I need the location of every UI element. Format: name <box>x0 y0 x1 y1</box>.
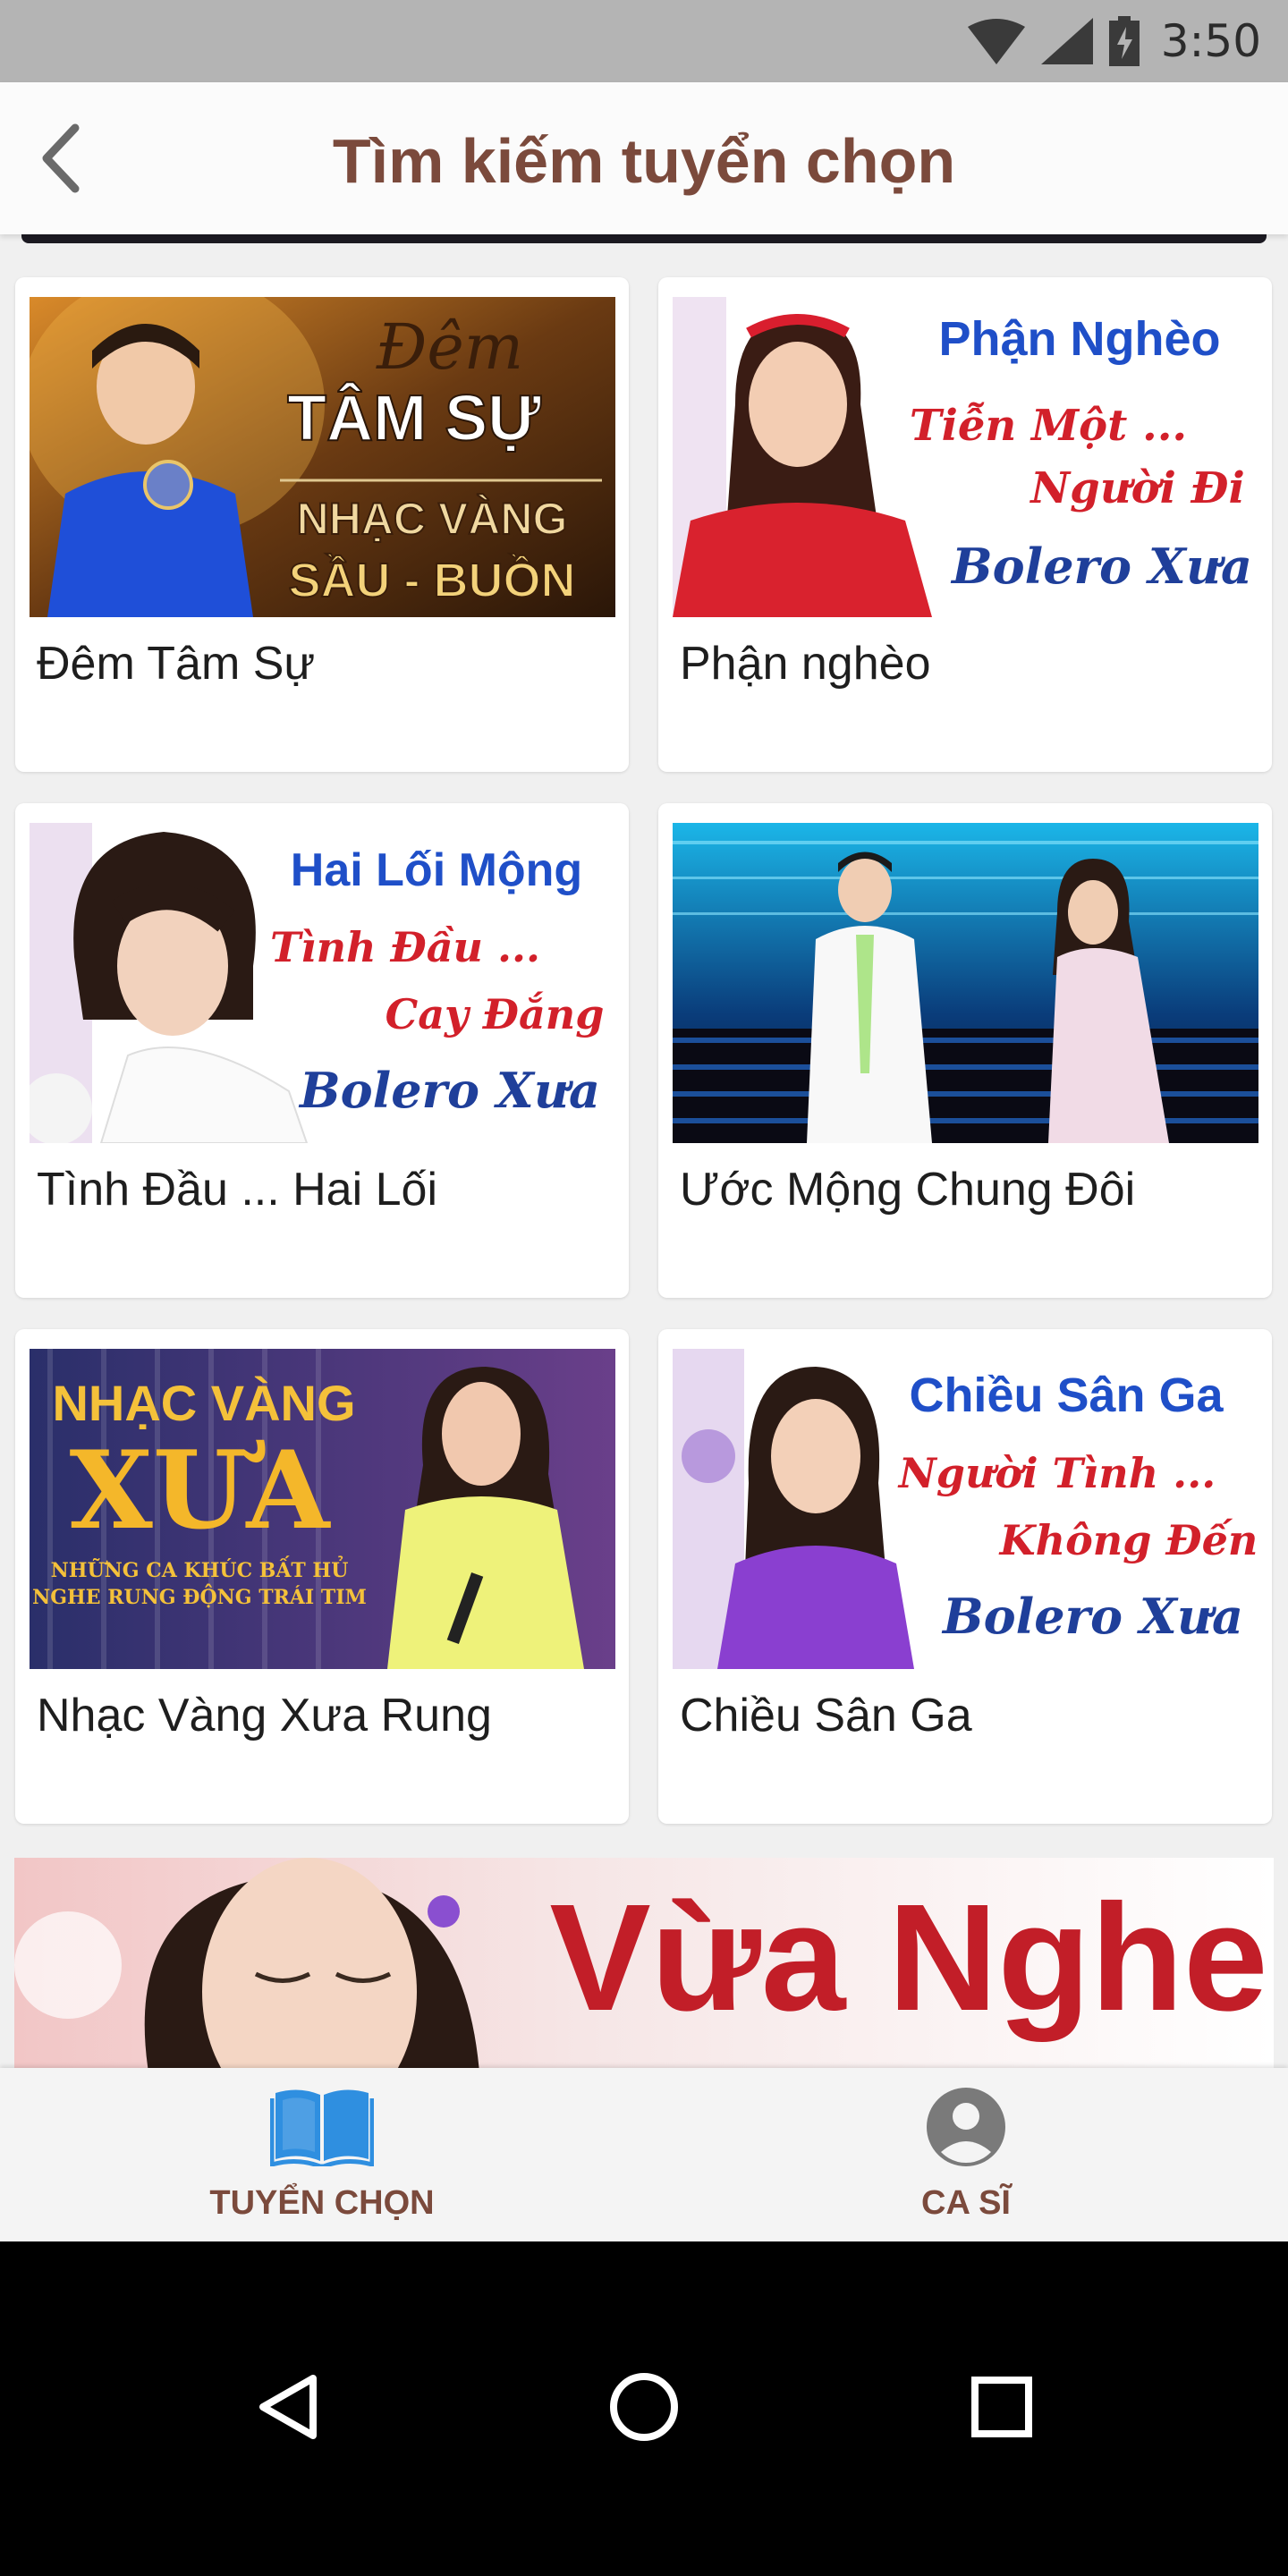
recents-square-icon <box>971 2377 1032 2437</box>
song-thumbnail: Hai Lối Mộng Tình Đầu ... Cay Đắng Boler… <box>30 823 615 1143</box>
song-title: Nhạc Vàng Xưa Rung <box>37 1690 492 1741</box>
app-bar: Tìm kiếm tuyển chọn <box>0 82 1288 234</box>
song-thumbnail: Đêm TÂM SỰ NHẠC VÀNG SẦU - BUỒN <box>30 297 615 617</box>
status-time: 3:50 <box>1160 15 1261 67</box>
tab-label: TUYỂN CHỌN <box>209 2184 435 2222</box>
song-title: Ước Mộng Chung Đôi <box>680 1164 1136 1216</box>
thumb-line: Tình Đầu ... <box>270 923 540 971</box>
book-icon <box>270 2089 374 2166</box>
content-list[interactable]: Đêm TÂM SỰ NHẠC VÀNG SẦU - BUỒN Đêm Tâm … <box>0 234 1288 2068</box>
person-icon <box>927 2088 1005 2166</box>
thumb-line: Bolero Xưa <box>298 1062 600 1119</box>
thumb-line: Hai Lối Mộng <box>291 844 582 896</box>
home-circle-icon <box>610 2373 678 2441</box>
song-card[interactable]: Hai Lối Mộng Tình Đầu ... Cay Đắng Boler… <box>15 803 629 1298</box>
thumb-line: Cay Đắng <box>386 990 605 1038</box>
thumb-line: NHẠC VÀNG <box>52 1375 355 1431</box>
song-title: Phận nghèo <box>680 638 931 690</box>
song-thumbnail <box>673 823 1258 1143</box>
song-thumbnail: NHẠC VÀNG XƯA NHỮNG CA KHÚC BẤT HỦ NGHE … <box>30 1349 615 1669</box>
page-title: Tìm kiếm tuyển chọn <box>332 126 956 196</box>
thumb-line: Không Đến <box>998 1516 1258 1564</box>
song-card[interactable]: NHẠC VÀNG XƯA NHỮNG CA KHÚC BẤT HỦ NGHE … <box>15 1329 629 1824</box>
thumb-line: NHỮNG CA KHÚC BẤT HỦ <box>51 1555 349 1582</box>
featured-banner[interactable]: Vừa Nghe <box>14 1858 1274 2068</box>
song-thumbnail: Phận Nghèo Tiễn Một ... Người Đi Bolero … <box>673 297 1258 617</box>
app-screen: 3:50 Tìm kiếm tuyển chọn Đêm TÂM SỰ NHẠC… <box>0 0 1288 2241</box>
thumb-line: XƯA <box>70 1428 332 1554</box>
thumb-line: SẦU - BUỒN <box>289 554 576 607</box>
nav-recents-button[interactable] <box>930 2340 1073 2474</box>
banner-image: Vừa Nghe <box>14 1858 1274 2068</box>
thumb-line: Bolero Xưa <box>941 1588 1243 1645</box>
thumb-line: Chiều Sân Ga <box>909 1368 1224 1422</box>
nav-back-button[interactable] <box>216 2340 360 2474</box>
song-thumbnail: Chiều Sân Ga Người Tình ... Không Đến Bo… <box>673 1349 1258 1669</box>
signal-icon <box>1040 18 1093 64</box>
song-card[interactable]: Đêm TÂM SỰ NHẠC VÀNG SẦU - BUỒN Đêm Tâm … <box>15 277 629 772</box>
battery-icon <box>1108 16 1140 66</box>
tab-ca-si[interactable]: CA SĨ <box>644 2068 1288 2241</box>
previous-item-edge <box>21 234 1267 243</box>
thumb-line: NGHE RUNG ĐỘNG TRÁI TIM <box>32 1584 367 1609</box>
status-bar: 3:50 <box>0 0 1288 82</box>
back-triangle-icon <box>259 2375 317 2439</box>
song-card[interactable]: Phận Nghèo Tiễn Một ... Người Đi Bolero … <box>658 277 1272 772</box>
bottom-navigation: TUYỂN CHỌN CA SĨ <box>0 2068 1288 2241</box>
system-navigation-bar <box>0 2241 1288 2576</box>
thumb-line: Người Đi <box>1029 463 1244 513</box>
tab-label: CA SĨ <box>921 2184 1011 2222</box>
song-title: Chiều Sân Ga <box>680 1690 972 1741</box>
thumb-line: NHẠC VÀNG <box>297 494 568 544</box>
nav-home-button[interactable] <box>572 2340 716 2474</box>
tab-tuyen-chon[interactable]: TUYỂN CHỌN <box>0 2068 644 2241</box>
thumb-line: Bolero Xưa <box>950 538 1252 595</box>
thumb-line: Người Tình ... <box>897 1449 1216 1497</box>
thumb-line: Tiễn Một ... <box>910 401 1187 451</box>
thumb-line: Phận Nghèo <box>938 312 1220 366</box>
song-card[interactable]: Ước Mộng Chung Đôi <box>658 803 1272 1298</box>
song-title: Đêm Tâm Sự <box>37 638 316 690</box>
song-card[interactable]: Chiều Sân Ga Người Tình ... Không Đến Bo… <box>658 1329 1272 1824</box>
wifi-icon <box>967 19 1025 64</box>
thumb-line: TÂM SỰ <box>287 382 541 454</box>
song-title: Tình Đầu ... Hai Lối <box>37 1164 437 1216</box>
banner-text: Vừa Nghe <box>549 1873 1267 2043</box>
thumb-line: Đêm <box>376 310 523 384</box>
